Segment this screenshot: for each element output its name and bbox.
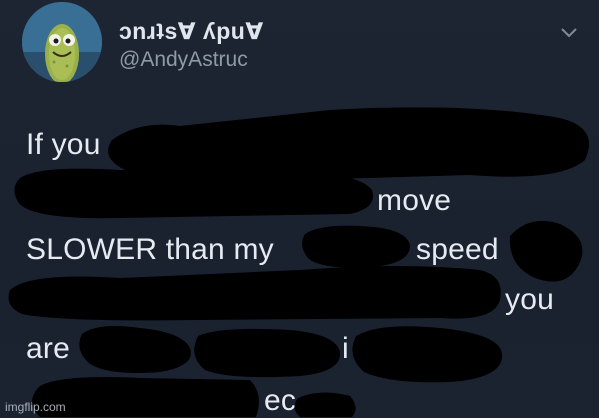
redaction-scribbles: [8, 107, 590, 417]
redaction-mark: [302, 225, 410, 268]
imgflip-watermark: imgflip.com: [5, 400, 66, 414]
redaction-mark: [8, 266, 501, 321]
redaction-mark: [14, 168, 374, 219]
tweet-card: ɔnɹʇs∀ ʎpu∀ @AndyAstruc If you move SLOW…: [0, 0, 599, 417]
redaction-mark: [194, 328, 341, 378]
redaction-mark: [294, 392, 356, 417]
redaction-mark: [79, 326, 191, 373]
redaction-mark: [108, 107, 590, 181]
redaction-mark: [509, 220, 583, 282]
redaction-mark: [32, 377, 259, 417]
redaction-mark: [352, 326, 503, 383]
